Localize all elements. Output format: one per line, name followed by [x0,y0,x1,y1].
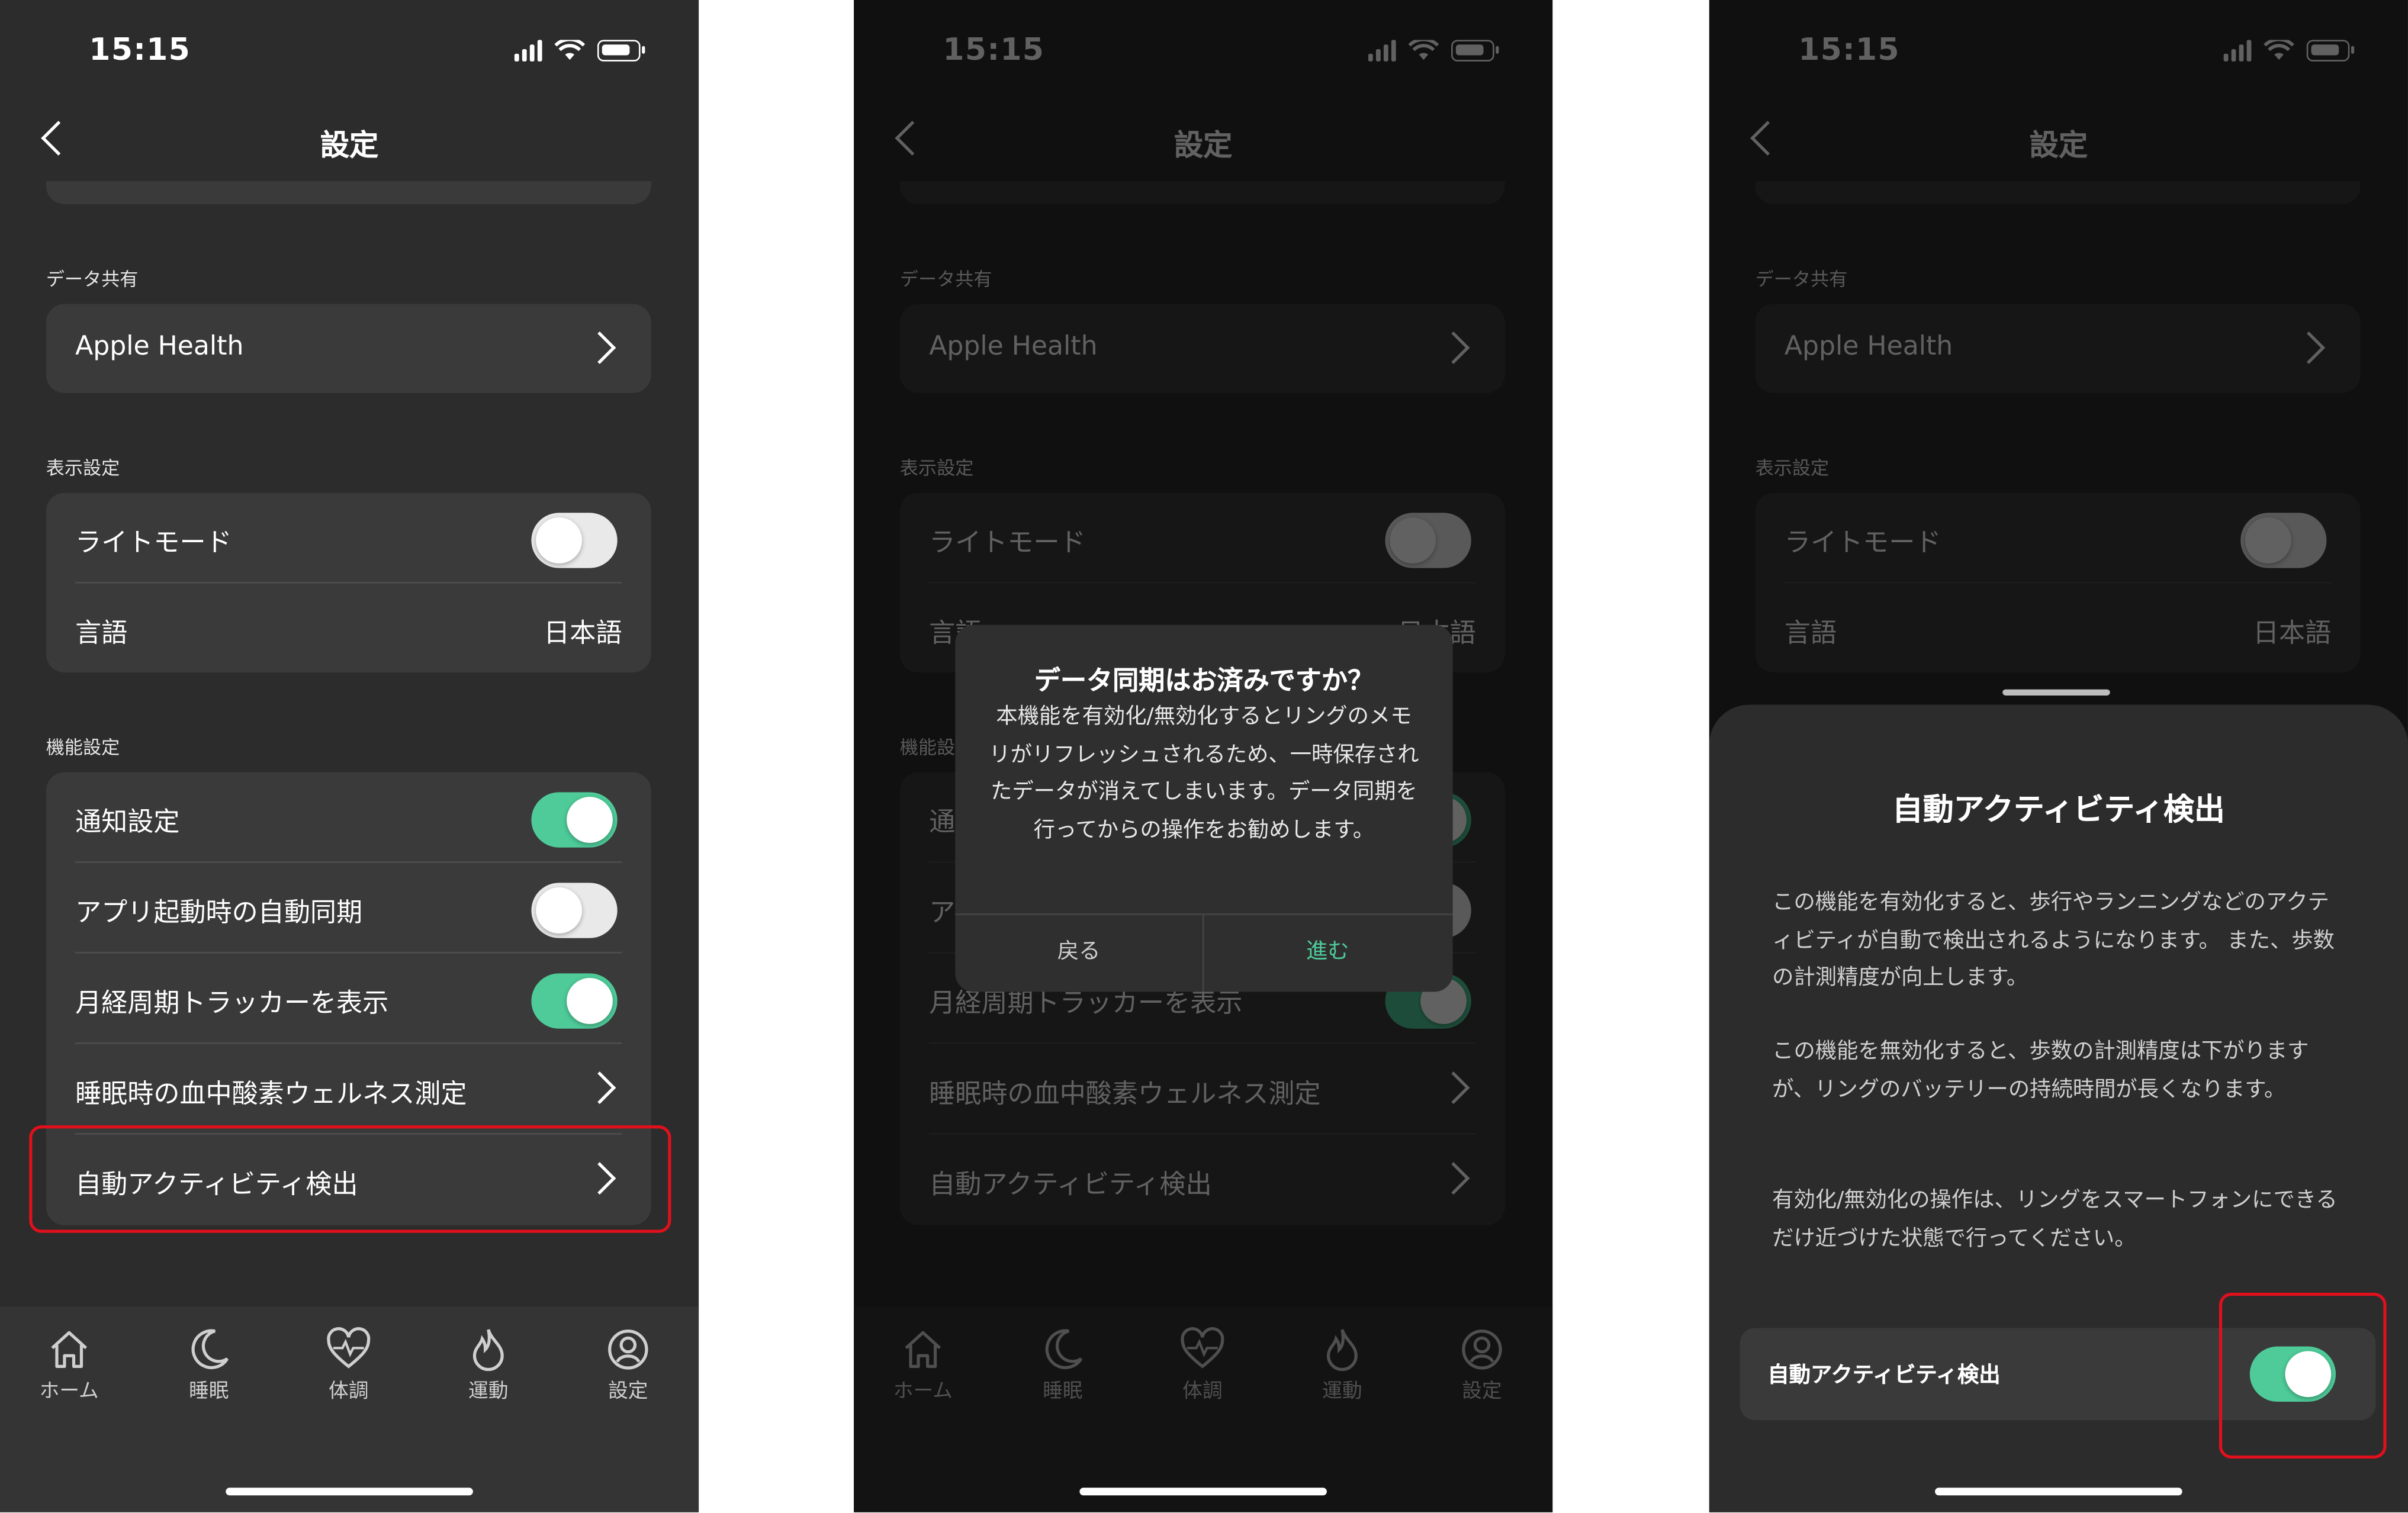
home-icon [51,1331,87,1368]
phone-sheet: 15:15 設定 データ共有 Apple Health 表示設定 ライトモード [1709,0,2408,1512]
home-indicator [226,1488,473,1496]
tab-bar: ホーム 睡眠 体調 運動 設定 [0,1306,699,1512]
sync-confirm-dialog: データ同期はお済みですか？ 本機能を有効化/無効化するとリングのメモリがリフレッ… [955,624,1453,992]
chevron-right-icon [583,1071,616,1105]
moon-icon [191,1329,229,1370]
status-time: 15:15 [89,30,191,68]
toggle-knob [567,978,613,1024]
tab-condition-label: 体調 [329,1380,369,1403]
spo2-row[interactable]: 睡眠時の血中酸素ウェルネス測定 [46,1044,651,1135]
language-value: 日本語 [544,619,622,650]
battery-icon [597,40,645,62]
sheet-paragraph-3: 有効化/無効化の操作は、リングをスマートフォンにできるだけ近づけた状態で行ってく… [1772,1188,2338,1251]
notify-row: 通知設定 [46,772,651,863]
light-mode-row: ライトモード [46,493,651,584]
notify-toggle[interactable] [531,792,618,848]
light-mode-label: ライトモード [75,528,232,559]
dialog-title: データ同期はお済みですか？ [1034,666,1374,697]
status-bar: 15:15 [0,31,699,77]
tab-sleep-label: 睡眠 [188,1380,229,1403]
section-label-data-share: データ共有 [46,268,139,291]
home-indicator [1079,1488,1327,1496]
notify-label: 通知設定 [75,807,180,839]
spo2-label: 睡眠時の血中酸素ウェルネス測定 [75,1079,467,1110]
apple-health-card[interactable]: Apple Health [46,304,651,393]
toggle-knob [536,517,583,564]
profile-icon [608,1329,648,1370]
chevron-right-icon [583,331,616,364]
phone-settings: 15:15 設定 データ共有 Apple Health 表示設定 ライトモード [0,0,699,1512]
toggle-knob [567,797,613,843]
auto-sync-row: アプリ起動時の自動同期 [46,863,651,954]
sheet-paragraph-2: この機能を無効化すると、歩数の計測精度は下がりますが、リングのバッテリーの持続時… [1772,1039,2309,1102]
dialog-proceed-button[interactable]: 進む [1204,913,1451,992]
heart-pulse-icon [327,1327,371,1369]
sheet-title: 自動アクティビティ検出 [1892,790,2225,828]
language-label: 言語 [75,619,128,650]
auto-sync-label: アプリ起動時の自動同期 [75,898,363,929]
page-title: 設定 [320,128,379,163]
toggle-knob [536,887,583,933]
nav-bar: 設定 [0,111,699,178]
tab-exercise-label: 運動 [468,1380,509,1403]
light-mode-toggle[interactable] [531,513,618,568]
wifi-icon [554,40,586,60]
stage: 15:15 設定 データ共有 Apple Health 表示設定 ライトモード [0,0,2408,1512]
sheet-paragraph-1: この機能を有効化すると、歩行やランニングなどのアクティビティが自動で検出されるよ… [1772,890,2335,990]
sheet-grabber-handle[interactable] [2002,689,2110,696]
display-settings-card: ライトモード 言語 日本語 [46,492,651,674]
highlight-box [2219,1292,2387,1459]
section-label-features: 機能設定 [46,736,120,759]
tab-settings-label: 設定 [608,1380,648,1403]
cycle-tracker-label: 月経周期トラッカーを表示 [75,989,389,1020]
cycle-tracker-row: 月経周期トラッカーを表示 [46,954,651,1044]
section-label-display: 表示設定 [46,457,120,479]
tab-settings[interactable]: 設定 [574,1325,682,1403]
apple-health-label: Apple Health [75,331,244,363]
previous-card-edge [46,181,651,204]
dialog-back-button[interactable]: 戻る [955,913,1203,992]
signal-icon [514,40,542,62]
language-row[interactable]: 言語 日本語 [46,584,651,674]
status-icons [514,40,645,62]
highlight-box [29,1125,671,1233]
auto-activity-option-label: 自動アクティビティ検出 [1767,1363,2001,1388]
home-indicator [1935,1488,2182,1496]
cycle-tracker-toggle[interactable] [531,973,618,1029]
apple-health-row[interactable]: Apple Health [46,304,651,395]
tab-home[interactable]: ホーム [15,1325,123,1403]
tab-sleep[interactable]: 睡眠 [155,1325,263,1403]
flame-icon [472,1329,504,1372]
tab-exercise[interactable]: 運動 [435,1325,542,1403]
tab-condition[interactable]: 体調 [295,1325,403,1403]
auto-sync-toggle[interactable] [531,883,618,938]
dialog-message: 本機能を有効化/無効化するとリングのメモリがリフレッシュされるため、一時保存され… [989,704,1419,842]
tab-home-label: ホーム [39,1380,99,1403]
